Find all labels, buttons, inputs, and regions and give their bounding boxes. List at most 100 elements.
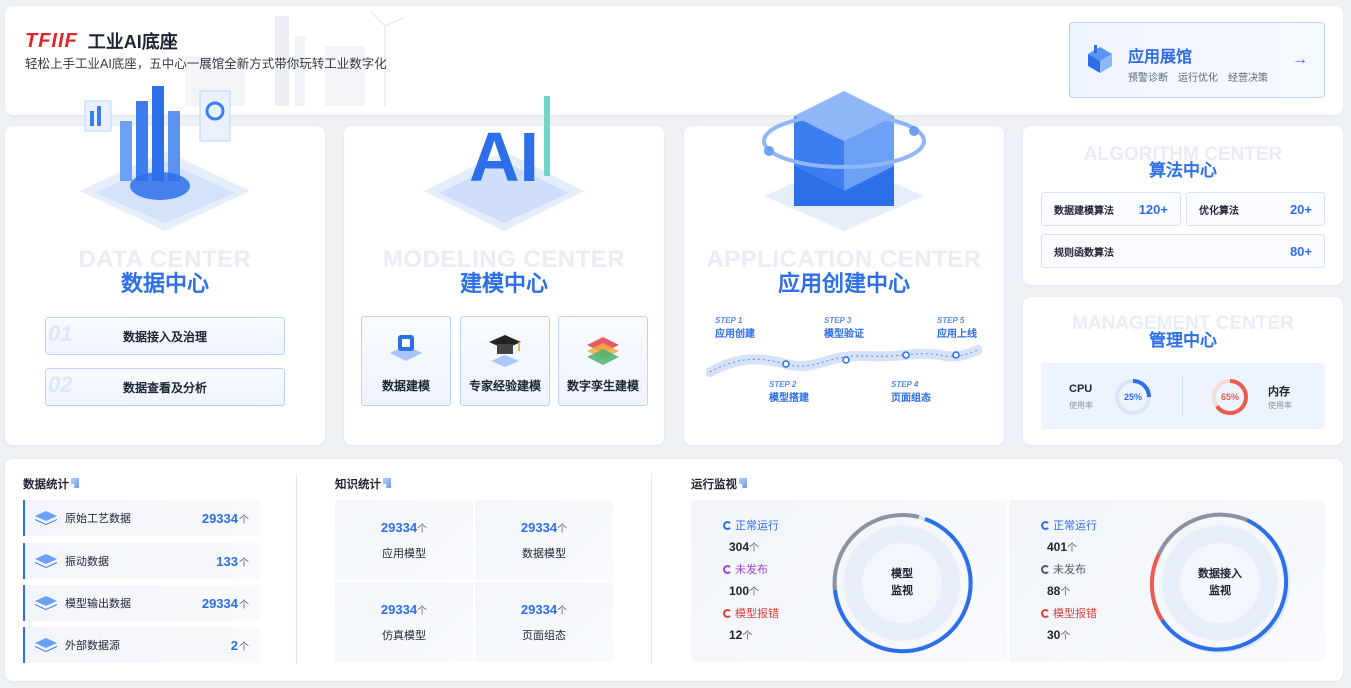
data-stats-title: 数据统计 bbox=[23, 476, 79, 492]
knowledge-grid: 29334个 应用模型 29334个 数据模型 29334个 仿真模型 2933… bbox=[335, 500, 613, 662]
data-center-card[interactable]: DATA CENTER 数据中心 01 数据接入及治理 02 数据查看及分析 bbox=[5, 86, 325, 445]
ring-label-line: 监视 bbox=[891, 585, 913, 597]
model-ring-label: 模型 监视 bbox=[869, 566, 935, 600]
algo-value: 20+ bbox=[1289, 201, 1312, 217]
knowledge-cell[interactable]: 29334个 数据模型 bbox=[475, 500, 613, 580]
monitor-item-normal: 正常运行 304个 bbox=[723, 517, 779, 556]
knowledge-cell[interactable]: 29334个 页面组态 bbox=[475, 582, 613, 662]
section-title-text: 运行监视 bbox=[691, 479, 737, 491]
ring-label-line: 监视 bbox=[1209, 585, 1231, 597]
knowledge-value: 29334 bbox=[520, 602, 558, 617]
item-label: 数据接入及治理 bbox=[122, 329, 207, 344]
modeling-center-ai-illustration-icon: AI bbox=[424, 96, 584, 231]
expert-experience-modeling-button[interactable]: 专家经验建模 bbox=[460, 316, 550, 406]
expo-tag: 运行优化 bbox=[1178, 73, 1218, 84]
monitor-item-error: 模型报错 30个 bbox=[1041, 605, 1097, 644]
stat-row[interactable]: 振动数据 133 个 bbox=[23, 543, 259, 579]
application-expo-button[interactable]: 应用展馆 预警诊断 运行优化 经营决策 → bbox=[1069, 22, 1325, 98]
app-subtitle: 轻松上手工业AI底座，五中心一展馆全新方式带你玩转工业数字化 bbox=[25, 57, 387, 71]
knowledge-unit: 个 bbox=[417, 606, 428, 617]
data-modeling-button[interactable]: 数据建模 bbox=[361, 316, 451, 406]
monitor-label: 正常运行 bbox=[1053, 520, 1097, 532]
monitor-unit: 个 bbox=[749, 543, 760, 554]
knowledge-label: 仿真模型 bbox=[382, 630, 426, 642]
monitor-value: 401 bbox=[1047, 540, 1068, 554]
data-access-monitor-panel[interactable]: 正常运行 401个 未发布 88个 模型报错 30个 数据接入 监视 bbox=[1009, 500, 1325, 662]
knowledge-unit: 个 bbox=[417, 524, 428, 535]
item-number: 02 bbox=[48, 372, 73, 397]
knowledge-label: 应用模型 bbox=[382, 548, 426, 560]
expert-cap-icon bbox=[489, 335, 521, 367]
algo-optimization[interactable]: 优化算法 20+ bbox=[1186, 192, 1325, 226]
algorithm-center-card[interactable]: ALGORITHM CENTER 算法中心 数据建模算法 120+ 优化算法 2… bbox=[1023, 126, 1343, 285]
algo-label: 规则函数算法 bbox=[1054, 247, 1114, 259]
memory-percent: 65% bbox=[1220, 392, 1239, 402]
data-view-analysis-button[interactable]: 02 数据查看及分析 bbox=[45, 368, 285, 406]
process-flow-path bbox=[706, 345, 982, 377]
model-monitor-panel[interactable]: 正常运行 304个 未发布 100个 模型报错 12个 模型 监视 bbox=[691, 500, 1007, 662]
section-flag-icon bbox=[739, 478, 747, 488]
brand: TFIIF 工业AI底座 bbox=[25, 28, 178, 54]
knowledge-unit: 个 bbox=[557, 606, 568, 617]
knowledge-stats-title: 知识统计 bbox=[335, 476, 391, 492]
knowledge-cell[interactable]: 29334个 应用模型 bbox=[335, 500, 473, 580]
item-label: 专家经验建模 bbox=[468, 379, 541, 393]
memory-sub: 使用率 bbox=[1268, 401, 1292, 410]
modeling-center-card[interactable]: AI MODELING CENTER 建模中心 数据建模 专家经验建模 数字孪生… bbox=[344, 96, 664, 445]
item-number: 01 bbox=[48, 321, 73, 346]
monitor-unit: 个 bbox=[742, 631, 753, 642]
status-ring-icon bbox=[723, 520, 732, 530]
section-title-text: 知识统计 bbox=[335, 479, 381, 491]
step-label: 应用创建 bbox=[715, 329, 755, 340]
monitor-value: 12 bbox=[729, 628, 743, 642]
algo-rule-function[interactable]: 规则函数算法 80+ bbox=[1041, 234, 1325, 268]
arrow-right-icon: → bbox=[1292, 51, 1308, 68]
knowledge-label: 数据模型 bbox=[522, 548, 566, 560]
management-center-title: 管理中心 bbox=[1149, 331, 1217, 350]
brand-logo: TFIIF bbox=[25, 29, 78, 52]
data-access-governance-button[interactable]: 01 数据接入及治理 bbox=[45, 317, 285, 355]
digital-twin-modeling-button[interactable]: 数字孪生建模 bbox=[558, 316, 648, 406]
monitor-label: 未发布 bbox=[735, 564, 768, 576]
step-number: STEP 2 bbox=[769, 380, 797, 389]
status-ring-icon bbox=[723, 608, 732, 618]
knowledge-value: 29334 bbox=[380, 520, 418, 535]
stat-row[interactable]: 原始工艺数据 29334 个 bbox=[23, 500, 259, 536]
monitor-item-normal: 正常运行 401个 bbox=[1041, 517, 1097, 556]
stat-row[interactable]: 外部数据源 2 个 bbox=[23, 627, 259, 663]
expo-tag: 预警诊断 bbox=[1128, 73, 1168, 84]
monitor-value: 88 bbox=[1047, 584, 1061, 598]
algo-value: 120+ bbox=[1138, 201, 1168, 217]
knowledge-value: 29334 bbox=[520, 520, 558, 535]
stat-row[interactable]: 模型输出数据 29334 个 bbox=[23, 585, 259, 621]
expo-cube-icon bbox=[1088, 45, 1112, 73]
monitor-unit: 个 bbox=[1060, 587, 1071, 598]
divider bbox=[296, 474, 297, 664]
data-layers-icon bbox=[35, 554, 57, 568]
step-1: STEP 1 应用创建 bbox=[715, 316, 755, 340]
step-label: 模型搭建 bbox=[769, 393, 809, 404]
step-label: 应用上线 bbox=[937, 329, 977, 340]
item-label: 数据查看及分析 bbox=[122, 380, 207, 395]
monitor-label: 正常运行 bbox=[735, 520, 779, 532]
knowledge-cell[interactable]: 29334个 仿真模型 bbox=[335, 582, 473, 662]
stat-unit: 个 bbox=[239, 557, 249, 569]
data-layers-icon bbox=[35, 638, 57, 652]
application-center-cube-illustration-icon bbox=[762, 91, 926, 231]
algo-data-modeling[interactable]: 数据建模算法 120+ bbox=[1041, 192, 1181, 226]
item-label: 数据建模 bbox=[381, 379, 430, 393]
monitor-item-unpublished: 未发布 88个 bbox=[1041, 561, 1086, 600]
item-label: 数字孪生建模 bbox=[566, 379, 639, 393]
section-flag-icon bbox=[383, 478, 391, 488]
stat-label: 原始工艺数据 bbox=[65, 513, 131, 525]
algo-value: 80+ bbox=[1289, 243, 1312, 259]
divider bbox=[651, 474, 652, 664]
ring-label-line: 模型 bbox=[891, 568, 913, 580]
monitor-unit: 个 bbox=[1067, 543, 1078, 554]
expo-title: 应用展馆 bbox=[1128, 49, 1193, 66]
stat-label: 外部数据源 bbox=[65, 640, 120, 652]
management-center-card[interactable]: MANAGEMENT CENTER 管理中心 CPU 使用率 25% 65% 内… bbox=[1023, 297, 1343, 445]
status-ring-icon bbox=[723, 564, 732, 574]
cpu-percent: 25% bbox=[1123, 392, 1142, 402]
application-center-card[interactable]: APPLICATION CENTER 应用创建中心 STEP 1 应用创建 ST… bbox=[684, 91, 1004, 445]
